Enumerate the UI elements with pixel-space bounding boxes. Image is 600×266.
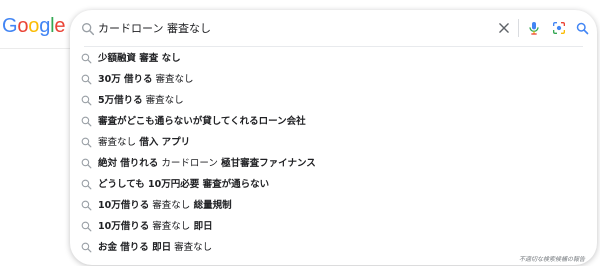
- search-icon: [81, 137, 92, 148]
- search-bar-divider: [84, 46, 583, 47]
- search-icon: [82, 22, 95, 36]
- report-suggestions-link[interactable]: 不適切な検索候補の報告: [519, 254, 585, 263]
- suggestion-item[interactable]: 少額融資 審査 なし: [70, 48, 597, 69]
- suggestion-item[interactable]: 5万借りる 審査なし: [70, 90, 597, 111]
- suggestion-text: どうしても 10万円必要 審査が通らない: [98, 174, 269, 195]
- suggestion-item[interactable]: 絶対 借りれる カードローン 極甘審査ファイナンス: [70, 153, 597, 174]
- image-search-button[interactable]: [550, 19, 568, 37]
- logo-letter: o: [17, 15, 29, 37]
- suggestion-segment: 審査なし: [149, 200, 191, 211]
- suggestion-bold-segment: 少額融資 審査 なし: [98, 53, 181, 64]
- suggestion-item[interactable]: 10万借りる 審査なし 即日: [70, 216, 597, 237]
- suggestion-bold-segment: どうしても 10万円必要 審査が通らない: [98, 179, 270, 190]
- suggestion-text: 少額融資 審査 なし: [98, 48, 181, 69]
- suggestion-bold-segment: 借入 アプリ: [136, 137, 191, 148]
- logo-letter: o: [28, 15, 40, 37]
- suggestion-segment: 審査なし: [149, 221, 191, 232]
- search-bar: カードローン 審査なし: [70, 10, 597, 47]
- search-icon: [576, 22, 588, 34]
- suggestion-text: お金 借りる 即日 審査なし: [98, 237, 212, 258]
- suggestion-segment: カードローン: [158, 158, 218, 169]
- suggestion-segment: 審査なし: [142, 95, 184, 106]
- suggestion-text: 絶対 借りれる カードローン 極甘審査ファイナンス: [98, 153, 316, 174]
- toolbar-separator: [518, 19, 519, 37]
- suggestion-text: 10万借りる 審査なし 総量規制: [98, 195, 232, 216]
- suggestion-item[interactable]: 10万借りる 審査なし 総量規制: [70, 195, 597, 216]
- suggestion-bold-segment: 即日: [190, 221, 213, 232]
- logo-letter: g: [39, 15, 51, 37]
- search-submit-button[interactable]: [573, 19, 591, 37]
- suggestion-text: 10万借りる 審査なし 即日: [98, 216, 213, 237]
- search-icon: [81, 74, 92, 85]
- suggestion-text: 30万 借りる 審査なし: [98, 69, 194, 90]
- suggestion-segment: 審査なし: [152, 74, 194, 85]
- suggestion-bold-segment: 審査がどこも通らないが貸してくれるローン会社: [98, 116, 306, 127]
- suggestion-text: 審査なし 借入 アプリ: [98, 132, 190, 153]
- suggestion-segment: 審査なし: [171, 242, 213, 253]
- logo-letter: e: [54, 15, 66, 37]
- suggestion-bold-segment: 極甘審査ファイナンス: [217, 158, 316, 169]
- google-logo[interactable]: Google: [2, 14, 66, 38]
- suggestion-bold-segment: 5万借りる: [98, 95, 143, 106]
- lens-icon: [553, 22, 565, 34]
- suggestion-item[interactable]: どうしても 10万円必要 審査が通らない: [70, 174, 597, 195]
- search-page: Google カードローン 審査なし 少額融資 審査 なし 30万 借りる 審査…: [0, 0, 600, 266]
- suggestion-text: 5万借りる 審査なし: [98, 90, 184, 111]
- search-icon: [81, 116, 92, 127]
- search-input[interactable]: カードローン 審査なし: [98, 10, 211, 47]
- suggestion-list: 少額融資 審査 なし 30万 借りる 審査なし 5万借りる 審査なし 審査がどこも通ら…: [70, 48, 597, 258]
- search-icon: [81, 53, 92, 64]
- search-autocomplete-panel: カードローン 審査なし 少額融資 審査 なし 30万 借りる 審査なし 5万借り…: [70, 10, 597, 265]
- logo-letter: G: [2, 15, 18, 37]
- header-divider: [0, 48, 70, 49]
- search-icon: [81, 221, 92, 232]
- close-icon: [499, 23, 509, 33]
- suggestion-bold-segment: 10万借りる: [98, 221, 150, 232]
- suggestion-bold-segment: 絶対 借りれる: [98, 158, 159, 169]
- suggestion-text: 審査がどこも通らないが貸してくれるローン会社: [98, 111, 306, 132]
- suggestion-item[interactable]: 30万 借りる 審査なし: [70, 69, 597, 90]
- mic-icon: [529, 22, 539, 35]
- search-icon: [81, 179, 92, 190]
- suggestion-segment: 審査なし: [98, 137, 137, 148]
- suggestion-item[interactable]: 審査なし 借入 アプリ: [70, 132, 597, 153]
- voice-search-button[interactable]: [525, 19, 543, 37]
- suggestion-bold-segment: お金 借りる 即日: [98, 242, 172, 253]
- search-icon: [81, 158, 92, 169]
- suggestion-item[interactable]: お金 借りる 即日 審査なし: [70, 237, 597, 258]
- suggestion-bold-segment: 10万借りる: [98, 200, 150, 211]
- clear-button[interactable]: [495, 19, 513, 37]
- search-icon: [81, 200, 92, 211]
- search-icon: [81, 242, 92, 253]
- suggestion-item[interactable]: 審査がどこも通らないが貸してくれるローン会社: [70, 111, 597, 132]
- suggestion-bold-segment: 総量規制: [190, 200, 232, 211]
- suggestion-bold-segment: 30万 借りる: [98, 74, 153, 85]
- search-icon: [81, 95, 92, 106]
